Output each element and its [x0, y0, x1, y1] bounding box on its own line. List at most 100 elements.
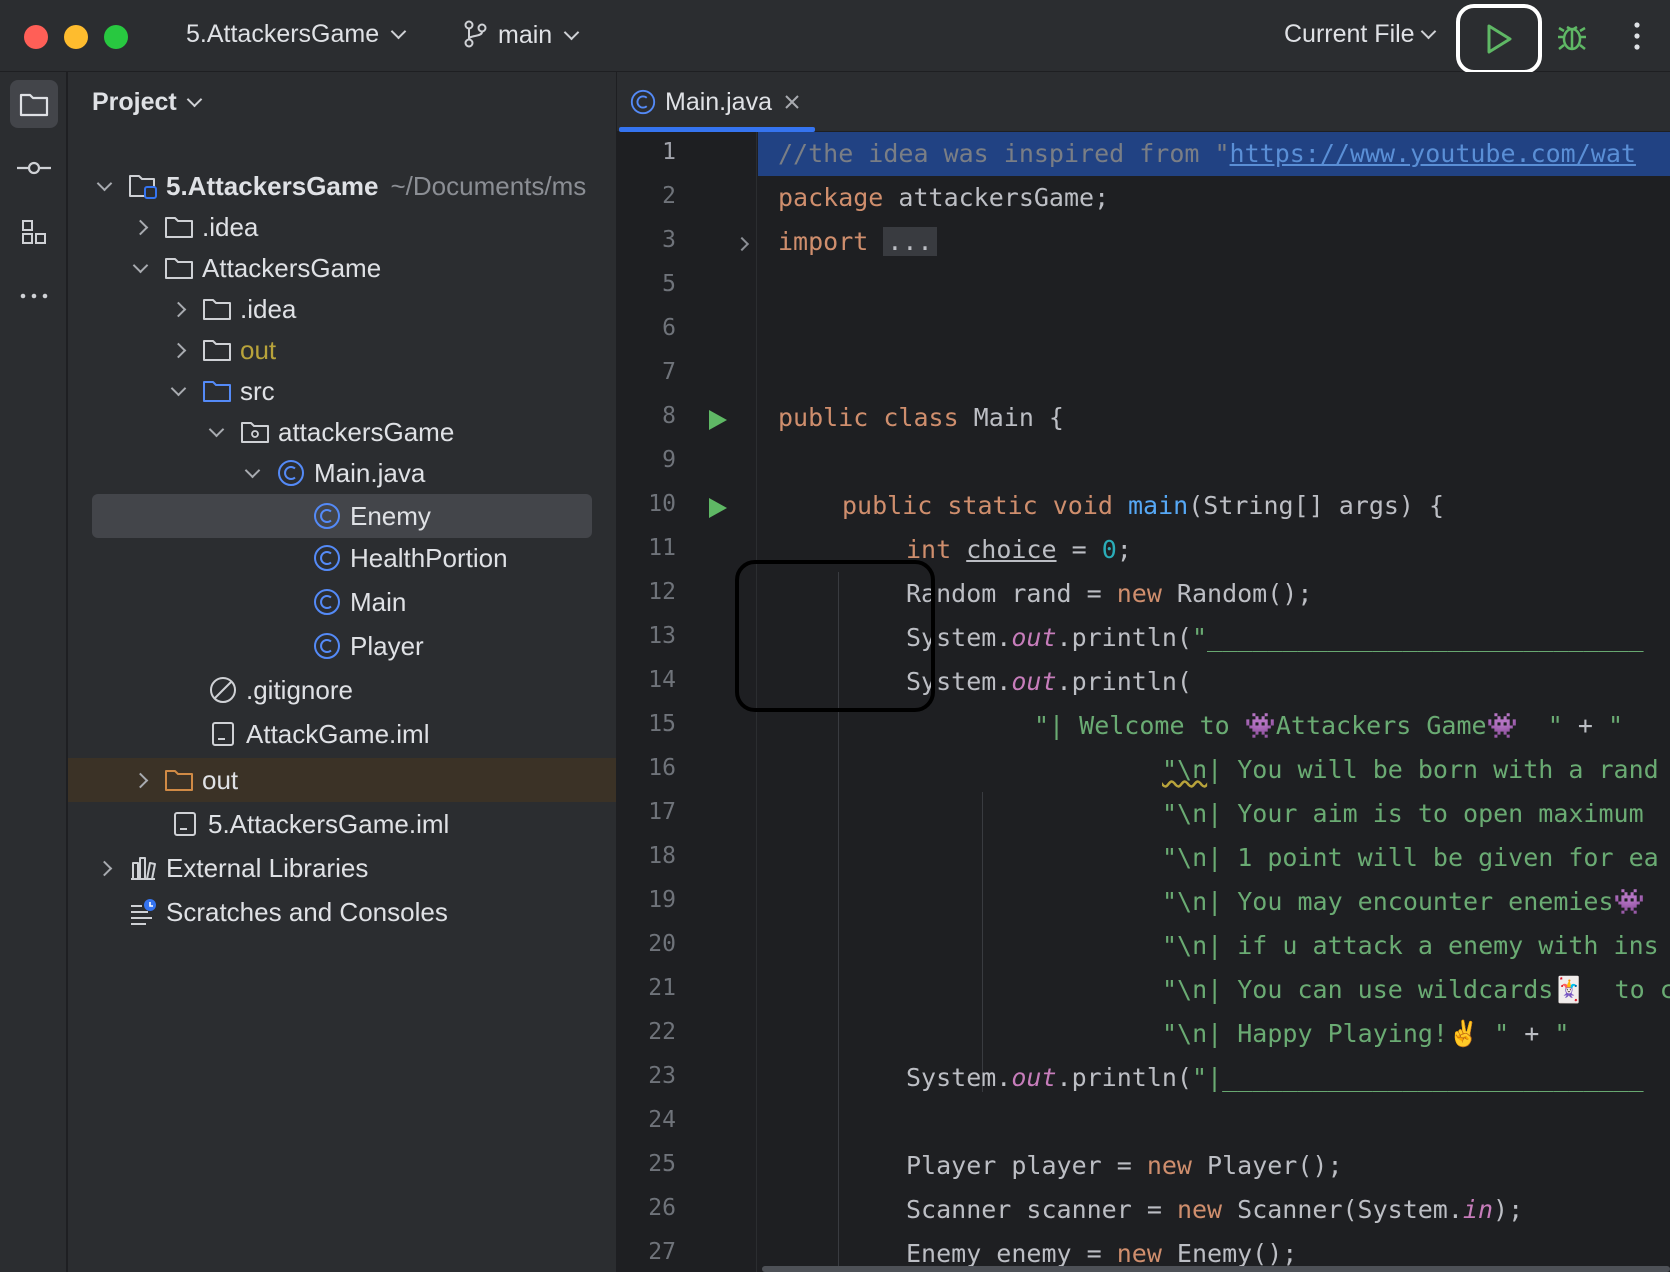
code-line-3[interactable]: import ... [758, 220, 1670, 264]
tree-item-label: AttackGame.iml [246, 718, 430, 749]
horizontal-scrollbar[interactable] [762, 1266, 1670, 1272]
tree-item-class[interactable]: Main [68, 580, 616, 624]
tree-item-label: attackersGame [278, 416, 455, 447]
project-view-selector[interactable]: Project [92, 88, 203, 117]
tree-item-file[interactable]: .gitignore [68, 668, 616, 712]
tree-item-root[interactable]: 5.AttackersGame ~/Documents/ms [68, 164, 616, 208]
tree-item-class[interactable]: HealthPortion [68, 536, 616, 580]
line-number: 24 [648, 1107, 676, 1133]
tree-item-scratches[interactable]: Scratches and Consoles [68, 890, 616, 934]
close-tab-icon[interactable] [784, 94, 800, 110]
branch-name: main [498, 21, 553, 49]
chevron-down-icon [186, 91, 203, 108]
run-gutter-icon[interactable] [709, 498, 727, 518]
code-line-2[interactable]: package attackersGame; [758, 176, 1670, 220]
tree-item-label: 5.AttackersGame.iml [208, 808, 450, 839]
tree-item-label: Enemy [350, 500, 431, 531]
expand-arrow-icon[interactable] [204, 420, 228, 444]
class-icon [312, 543, 342, 573]
expand-arrow-icon[interactable] [128, 256, 152, 280]
tree-item-label: 5.AttackersGame [166, 170, 379, 201]
structure-tool-button[interactable] [10, 208, 58, 256]
code-line-22[interactable]: "\n| Happy Playing!✌️ " + " [758, 1012, 1670, 1056]
line-number: 6 [662, 315, 676, 341]
project-tool-button[interactable] [10, 80, 58, 128]
tree-item-label: Main [350, 586, 407, 617]
tree-item-file[interactable]: Main.java [68, 451, 616, 495]
run-button[interactable] [1456, 4, 1542, 74]
more-tools-button[interactable] [10, 272, 58, 320]
tree-item-folder[interactable]: out [68, 328, 616, 372]
tree-item-folder[interactable]: .idea [68, 287, 616, 331]
expand-arrow-icon[interactable] [128, 215, 152, 239]
code-line-20[interactable]: "\n| if u attack a enemy with ins [758, 924, 1670, 968]
root-path: ~/Documents/ms [390, 170, 587, 201]
run-gutter-icon[interactable] [709, 410, 727, 430]
project-panel-title: Project [92, 88, 177, 116]
code-line-25[interactable]: Player player = new Player(); [758, 1144, 1670, 1188]
project-switcher[interactable]: 5.AttackersGame [186, 20, 407, 49]
minimize-window-button[interactable] [64, 25, 88, 49]
tree-item-libraries[interactable]: External Libraries [68, 846, 616, 890]
tree-item-class[interactable]: Player [68, 624, 616, 668]
expand-arrow-icon[interactable] [166, 379, 190, 403]
folder-icon [164, 253, 194, 283]
code-line-23[interactable]: System.out.println("|___________________… [758, 1056, 1670, 1100]
close-window-button[interactable] [24, 25, 48, 49]
tree-item-label: HealthPortion [350, 542, 508, 573]
expand-arrow-icon[interactable] [92, 856, 116, 880]
tree-item-file[interactable]: AttackGame.iml [68, 712, 616, 756]
line-number: 14 [648, 667, 676, 693]
code-line-18[interactable]: "\n| 1 point will be given for ea [758, 836, 1670, 880]
tree-item-folder[interactable]: src [68, 369, 616, 413]
tree-item-label: External Libraries [166, 852, 369, 883]
line-number: 20 [648, 931, 676, 957]
project-name: 5.AttackersGame [186, 20, 380, 48]
code-line-8[interactable]: public class Main { [758, 396, 1670, 440]
expand-arrow-icon[interactable] [166, 338, 190, 362]
tab-main-java[interactable]: Main.java [617, 72, 817, 132]
code-line-26[interactable]: Scanner scanner = new Scanner(System.in)… [758, 1188, 1670, 1232]
expand-arrow-icon[interactable] [166, 297, 190, 321]
expand-arrow-icon[interactable] [240, 461, 264, 485]
more-vertical-icon [1634, 22, 1640, 50]
tree-item-folder[interactable]: AttackersGame [68, 246, 616, 290]
zoom-window-button[interactable] [104, 25, 128, 49]
tree-item-folder[interactable]: .idea [68, 205, 616, 249]
code-line-19[interactable]: "\n| You may encounter enemies👾 [758, 880, 1670, 924]
line-number: 7 [662, 359, 676, 385]
folded-imports[interactable]: ... [883, 227, 937, 256]
class-icon [312, 501, 342, 531]
line-number: 15 [648, 711, 676, 737]
code-line-10[interactable]: public static void main(String[] args) { [758, 484, 1670, 528]
run-config-label: Current File [1284, 20, 1415, 48]
tree-item-class[interactable]: Enemy [68, 494, 616, 538]
tree-item-file[interactable]: 5.AttackersGame.iml [68, 802, 616, 846]
tree-item-folder[interactable]: out [68, 758, 616, 802]
expand-arrow-icon[interactable] [128, 768, 152, 792]
fold-expand-icon[interactable] [734, 236, 750, 252]
code-line-17[interactable]: "\n| Your aim is to open maximum [758, 792, 1670, 836]
line-number: 10 [648, 491, 676, 517]
tool-window-strip [0, 72, 67, 1272]
line-number: 9 [662, 447, 676, 473]
tree-item-label: .idea [202, 211, 259, 242]
more-horizontal-icon [20, 293, 48, 299]
tree-item-label: out [202, 764, 239, 795]
expand-arrow-icon[interactable] [92, 174, 116, 198]
run-icon [1487, 24, 1512, 54]
debug-button[interactable] [1550, 14, 1594, 58]
line-number: 17 [648, 799, 676, 825]
line-number: 1 [662, 139, 676, 165]
branch-switcher[interactable]: main [462, 20, 580, 50]
line-number: 25 [648, 1151, 676, 1177]
run-configuration-selector[interactable]: Current File [1284, 20, 1436, 49]
excluded-folder-icon [164, 765, 194, 795]
bug-icon [1558, 25, 1586, 51]
code-line-16[interactable]: "\n| You will be born with a rand [758, 748, 1670, 792]
tree-item-package[interactable]: attackersGame [68, 410, 616, 454]
code-line-1[interactable]: //the idea was inspired from "https://ww… [758, 132, 1670, 176]
more-actions-button[interactable] [1625, 14, 1649, 58]
commit-tool-button[interactable] [10, 144, 58, 192]
code-line-21[interactable]: "\n| You can use wildcards🃏 to c [758, 968, 1670, 1012]
